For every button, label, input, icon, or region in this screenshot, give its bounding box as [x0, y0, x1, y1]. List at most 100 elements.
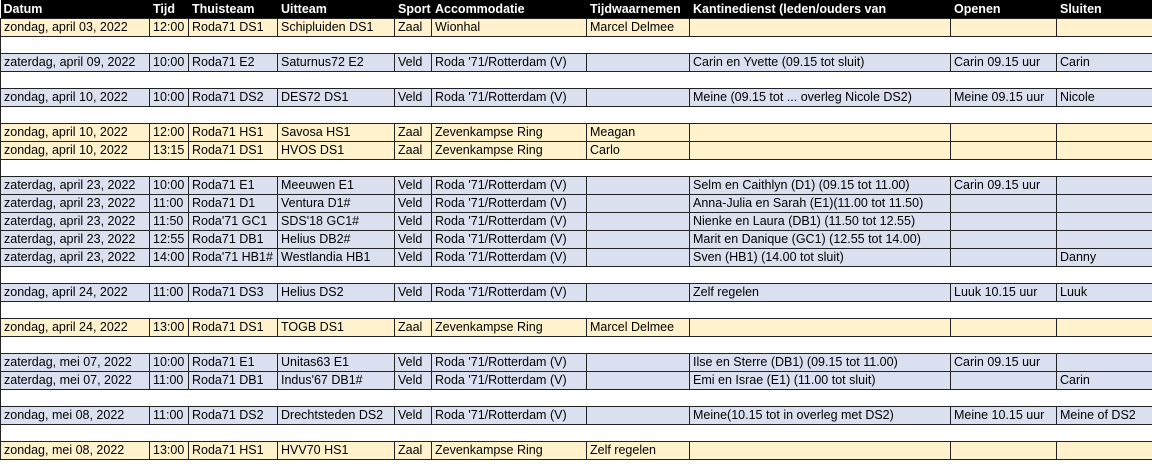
cell-tijdwaarnemen[interactable] [586, 106, 690, 124]
cell-accommodatie[interactable]: Roda '71/Rotterdam (V) [431, 406, 587, 425]
cell-accommodatie[interactable] [431, 389, 587, 407]
cell-uitteam[interactable]: SDS'18 GC1# [277, 212, 395, 231]
cell-sport[interactable]: Zaal [394, 18, 432, 37]
cell-uitteam[interactable] [277, 106, 395, 124]
cell-openen[interactable]: Luuk 10.15 uur [950, 283, 1057, 302]
cell-thuisteam[interactable] [188, 106, 278, 124]
cell-tijdwaarnemen[interactable] [586, 406, 690, 425]
cell-accommodatie[interactable] [431, 266, 587, 284]
cell-sluiten[interactable] [1056, 123, 1152, 142]
cell-uitteam[interactable]: Meeuwen E1 [277, 176, 395, 195]
cell-openen[interactable] [950, 159, 1057, 177]
cell-thuisteam[interactable]: Roda71 DS1 [188, 141, 278, 160]
cell-openen[interactable] [950, 71, 1057, 89]
cell-uitteam[interactable]: Indus'67 DB1# [277, 371, 395, 390]
header-uitteam[interactable]: Uitteam [277, 0, 395, 19]
cell-uitteam[interactable] [277, 71, 395, 89]
header-tijd[interactable]: Tijd [149, 0, 189, 19]
header-openen[interactable]: Openen [950, 0, 1057, 19]
cell-uitteam[interactable]: HVOS DS1 [277, 141, 395, 160]
cell-datum[interactable] [0, 36, 150, 54]
header-sport[interactable]: Sport [394, 0, 432, 19]
cell-kantinedienst[interactable]: Carin en Yvette (09.15 tot sluit) [689, 53, 951, 72]
cell-openen[interactable] [950, 424, 1057, 442]
cell-datum[interactable] [0, 389, 150, 407]
cell-tijdwaarnemen[interactable] [586, 371, 690, 390]
cell-tijdwaarnemen[interactable] [586, 336, 690, 354]
cell-tijdwaarnemen[interactable] [586, 353, 690, 372]
cell-sluiten[interactable] [1056, 336, 1152, 354]
cell-tijd[interactable] [149, 106, 189, 124]
cell-thuisteam[interactable]: Roda71 DB1 [188, 371, 278, 390]
cell-uitteam[interactable] [277, 336, 395, 354]
cell-sport[interactable]: Veld [394, 176, 432, 195]
cell-accommodatie[interactable] [431, 106, 587, 124]
cell-sport[interactable]: Zaal [394, 123, 432, 142]
cell-openen[interactable] [950, 248, 1057, 267]
cell-sluiten[interactable] [1056, 71, 1152, 89]
cell-tijd[interactable]: 10:00 [149, 353, 189, 372]
cell-datum[interactable] [0, 266, 150, 284]
cell-tijd[interactable] [149, 266, 189, 284]
cell-openen[interactable]: Carin 09.15 uur [950, 53, 1057, 72]
cell-tijd[interactable]: 11:00 [149, 406, 189, 425]
header-thuisteam[interactable]: Thuisteam [188, 0, 278, 19]
cell-accommodatie[interactable]: Roda '71/Rotterdam (V) [431, 212, 587, 231]
cell-sport[interactable]: Veld [394, 248, 432, 267]
cell-accommodatie[interactable]: Zevenkampse Ring [431, 123, 587, 142]
cell-thuisteam[interactable]: Roda71 DS1 [188, 318, 278, 337]
cell-tijdwaarnemen[interactable]: Marcel Delmee [586, 318, 690, 337]
cell-openen[interactable] [950, 371, 1057, 390]
cell-uitteam[interactable]: Unitas63 E1 [277, 353, 395, 372]
cell-openen[interactable]: Carin 09.15 uur [950, 176, 1057, 195]
cell-tijdwaarnemen[interactable] [586, 71, 690, 89]
cell-datum[interactable]: zondag, mei 08, 2022 [0, 406, 150, 425]
cell-sport[interactable]: Veld [394, 53, 432, 72]
cell-sport[interactable] [394, 336, 432, 354]
cell-openen[interactable] [950, 36, 1057, 54]
cell-kantinedienst[interactable] [689, 318, 951, 337]
cell-sluiten[interactable]: Luuk [1056, 283, 1152, 302]
cell-tijdwaarnemen[interactable] [586, 53, 690, 72]
cell-sport[interactable]: Veld [394, 283, 432, 302]
cell-kantinedienst[interactable] [689, 141, 951, 160]
cell-tijdwaarnemen[interactable] [586, 266, 690, 284]
cell-datum[interactable]: zaterdag, mei 07, 2022 [0, 353, 150, 372]
cell-datum[interactable] [0, 301, 150, 319]
cell-thuisteam[interactable]: Roda'71 HB1# [188, 248, 278, 267]
cell-kantinedienst[interactable]: Nienke en Laura (DB1) (11.50 tot 12.55) [689, 212, 951, 231]
cell-sluiten[interactable] [1056, 176, 1152, 195]
cell-sluiten[interactable]: Carin [1056, 371, 1152, 390]
cell-sluiten[interactable] [1056, 353, 1152, 372]
header-tijdwaarnemen[interactable]: Tijdwaarnemen [586, 0, 690, 19]
cell-tijd[interactable] [149, 336, 189, 354]
cell-sport[interactable]: Zaal [394, 441, 432, 460]
cell-accommodatie[interactable]: Roda '71/Rotterdam (V) [431, 194, 587, 213]
cell-tijd[interactable] [149, 159, 189, 177]
cell-accommodatie[interactable]: Roda '71/Rotterdam (V) [431, 230, 587, 249]
cell-kantinedienst[interactable] [689, 266, 951, 284]
cell-kantinedienst[interactable] [689, 424, 951, 442]
cell-uitteam[interactable]: Savosa HS1 [277, 123, 395, 142]
cell-uitteam[interactable] [277, 266, 395, 284]
cell-datum[interactable]: zondag, april 24, 2022 [0, 318, 150, 337]
cell-datum[interactable]: zaterdag, april 09, 2022 [0, 53, 150, 72]
cell-sluiten[interactable] [1056, 106, 1152, 124]
cell-kantinedienst[interactable]: Sven (HB1) (14.00 tot sluit) [689, 248, 951, 267]
cell-datum[interactable]: zaterdag, april 23, 2022 [0, 212, 150, 231]
cell-openen[interactable] [950, 194, 1057, 213]
cell-datum[interactable]: zaterdag, mei 07, 2022 [0, 371, 150, 390]
cell-tijd[interactable]: 12:55 [149, 230, 189, 249]
cell-kantinedienst[interactable]: Zelf regelen [689, 283, 951, 302]
cell-accommodatie[interactable]: Roda '71/Rotterdam (V) [431, 283, 587, 302]
cell-accommodatie[interactable] [431, 71, 587, 89]
cell-thuisteam[interactable] [188, 424, 278, 442]
cell-accommodatie[interactable]: Roda '71/Rotterdam (V) [431, 53, 587, 72]
cell-datum[interactable]: zondag, april 24, 2022 [0, 283, 150, 302]
cell-thuisteam[interactable]: Roda71 DS3 [188, 283, 278, 302]
cell-sluiten[interactable] [1056, 230, 1152, 249]
cell-openen[interactable] [950, 441, 1057, 460]
cell-uitteam[interactable]: Schipluiden DS1 [277, 18, 395, 37]
cell-tijdwaarnemen[interactable] [586, 159, 690, 177]
cell-thuisteam[interactable]: Roda71 E1 [188, 353, 278, 372]
